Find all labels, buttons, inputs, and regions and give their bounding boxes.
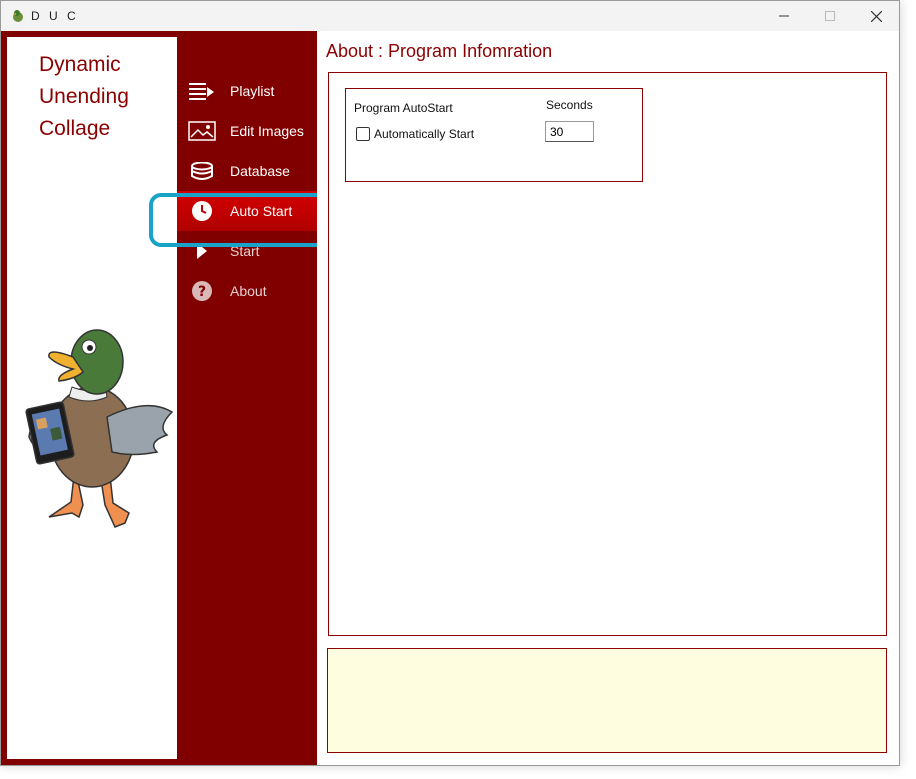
nav-label: Auto Start: [230, 203, 293, 219]
database-icon: [187, 162, 217, 180]
svg-text:?: ?: [198, 284, 206, 300]
play-icon: [187, 242, 217, 260]
title-bar[interactable]: D U C: [1, 1, 899, 31]
brand-panel: Dynamic Unending Collage: [7, 37, 177, 759]
close-button[interactable]: [853, 1, 899, 31]
playlist-icon: [187, 82, 217, 100]
nav-item-start[interactable]: Start: [177, 231, 317, 271]
group-title: Program AutoStart: [354, 101, 453, 115]
seconds-input[interactable]: [545, 121, 594, 142]
maximize-icon: [825, 11, 835, 21]
clock-icon: [187, 200, 217, 222]
minimize-icon: [779, 15, 789, 17]
nav-menu: Playlist Edit Images Database Auto Start: [177, 71, 317, 311]
brand-line: Dynamic: [39, 53, 121, 76]
close-icon: [870, 10, 882, 22]
app-content: Dynamic Unending Collage Playlist Edit I…: [1, 31, 899, 765]
nav-item-edit-images[interactable]: Edit Images: [177, 111, 317, 151]
maximize-button[interactable]: [807, 1, 853, 31]
brand-title: Dynamic Unending Collage: [39, 49, 129, 145]
window-title: D U C: [31, 9, 79, 23]
nav-label: Start: [230, 243, 260, 259]
main-panel: About : Program Infomration Program Auto…: [317, 31, 899, 765]
duck-mascot-icon: [25, 329, 174, 528]
minimize-button[interactable]: [761, 1, 807, 31]
nav-item-auto-start[interactable]: Auto Start: [177, 191, 317, 231]
nav-item-database[interactable]: Database: [177, 151, 317, 191]
nav-item-playlist[interactable]: Playlist: [177, 71, 317, 111]
nav-label: Database: [230, 163, 290, 179]
brand-line: Collage: [39, 117, 111, 140]
nav-item-about[interactable]: ? About: [177, 271, 317, 311]
status-panel: [327, 648, 887, 753]
nav-label: Playlist: [230, 83, 275, 99]
app-window: D U C Dynamic Unending Collage Playlist …: [0, 0, 900, 766]
autostart-group: Program AutoStart Seconds Automatically …: [345, 88, 643, 182]
autostart-checkbox[interactable]: [356, 127, 370, 141]
page-title: About : Program Infomration: [326, 41, 553, 61]
brand-line: Unending: [39, 85, 129, 108]
seconds-label: Seconds: [546, 98, 593, 112]
settings-box: Program AutoStart Seconds Automatically …: [328, 72, 887, 636]
image-icon: [187, 121, 217, 141]
autostart-checkbox-label[interactable]: Automatically Start: [374, 127, 474, 141]
duck-app-icon: [13, 10, 23, 22]
help-icon: ?: [187, 280, 217, 302]
nav-label: About: [230, 283, 267, 299]
nav-label: Edit Images: [230, 123, 304, 139]
